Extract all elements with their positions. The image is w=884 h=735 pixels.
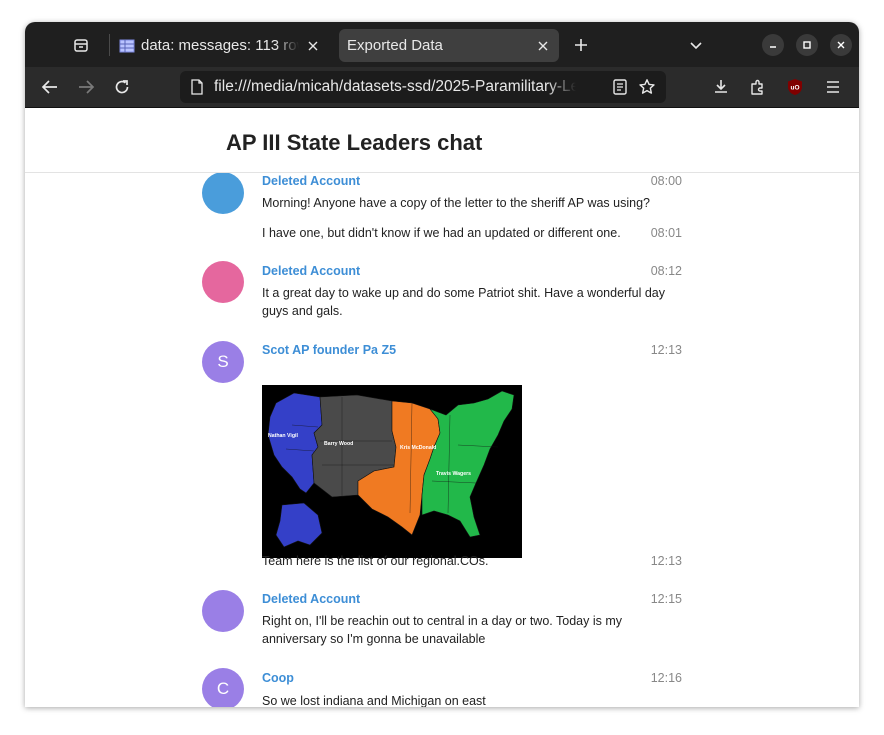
chevron-down-icon	[690, 42, 702, 50]
map-label-east: Travis Wagers	[436, 471, 471, 477]
puzzle-icon	[751, 79, 763, 95]
arrow-left-icon	[41, 80, 57, 94]
tab-close-icon[interactable]	[535, 38, 551, 54]
tab-strip: data: messages: 113 rows Exported Data	[25, 22, 859, 67]
minimize-button[interactable]	[762, 34, 784, 56]
message-text: So we lost indiana and Michigan on east	[262, 694, 486, 707]
page-content: AP III State Leaders chat Deleted Accoun…	[25, 108, 859, 707]
message-text: I have one, but didn't know if we had an…	[262, 226, 621, 240]
regional-map-photo[interactable]: Nathan Vigil Barry Wood Kris McDonald Tr…	[262, 385, 522, 558]
sender-name[interactable]: Coop	[262, 671, 294, 685]
message-text: Right on, I'll be reachin out to central…	[262, 614, 622, 646]
map-label-midwest: Kris McDonald	[400, 445, 436, 451]
navigation-toolbar: file:///media/micah/datasets-ssd/2025-Pa…	[25, 67, 859, 108]
svg-text:uO: uO	[790, 85, 799, 92]
hamburger-menu-icon	[827, 81, 839, 93]
message-time: 08:12	[650, 264, 682, 278]
avatar: C	[202, 668, 244, 707]
table-favicon-icon	[119, 39, 135, 52]
ublock-shield-icon: uO	[788, 79, 802, 95]
message-text: Morning! Anyone have a copy of the lette…	[262, 196, 650, 210]
avatar	[202, 172, 244, 214]
chat-header: AP III State Leaders chat	[25, 108, 859, 173]
browser-window: data: messages: 113 rows Exported Data f…	[25, 22, 859, 707]
back-button[interactable]	[39, 76, 61, 98]
avatar	[202, 590, 244, 632]
tab-list-button[interactable]	[69, 33, 93, 57]
address-bar[interactable]: file:///media/micah/datasets-ssd/2025-Pa…	[180, 71, 666, 103]
tab-data-messages[interactable]: data: messages: 113 rows	[111, 29, 329, 62]
app-menu-button[interactable]	[822, 76, 844, 98]
maximize-icon	[803, 41, 811, 49]
plus-icon	[575, 39, 587, 51]
message-time: 12:13	[650, 343, 682, 357]
extensions-button[interactable]	[747, 76, 769, 98]
avatar: S	[202, 341, 244, 383]
sender-name[interactable]: Scot AP founder Pa Z5	[262, 343, 396, 357]
avatar	[202, 261, 244, 303]
sender-name[interactable]: Deleted Account	[262, 174, 360, 188]
message-text: It a great day to wake up and do some Pa…	[262, 286, 666, 318]
tab-title: Exported Data	[347, 37, 443, 54]
minimize-icon	[770, 46, 776, 48]
map-label-west: Nathan Vigil	[268, 433, 298, 439]
message-time: 12:15	[650, 592, 682, 606]
tab-close-icon[interactable]	[305, 38, 321, 54]
close-window-button[interactable]	[830, 34, 852, 56]
close-icon	[837, 41, 845, 49]
url-text[interactable]: file:///media/micah/datasets-ssd/2025-Pa…	[214, 78, 576, 98]
us-regions-map-image: Nathan Vigil Barry Wood Kris McDonald Tr…	[262, 385, 522, 558]
map-label-central: Barry Wood	[324, 441, 353, 447]
tab-separator	[109, 34, 110, 56]
downloads-button[interactable]	[710, 76, 732, 98]
message-time: 08:00	[650, 174, 682, 188]
sender-name[interactable]: Deleted Account	[262, 264, 360, 278]
tab-exported-data[interactable]: Exported Data	[339, 29, 559, 62]
chat-title: AP III State Leaders chat	[226, 130, 483, 155]
new-tab-button[interactable]	[570, 34, 592, 56]
message-text: Team here is the list of our regional.CO…	[262, 554, 489, 568]
forward-button[interactable]	[75, 76, 97, 98]
reload-button[interactable]	[111, 76, 133, 98]
download-icon	[715, 80, 727, 93]
arrow-right-icon	[79, 80, 95, 94]
page-icon	[191, 79, 203, 95]
bookmark-star-icon[interactable]	[638, 78, 656, 96]
tab-groups-icon	[74, 39, 88, 52]
reload-icon	[115, 80, 129, 94]
tab-title: data: messages: 113 rows	[141, 37, 299, 54]
reader-view-icon[interactable]	[611, 78, 629, 96]
message-time: 12:16	[650, 671, 682, 685]
maximize-button[interactable]	[796, 34, 818, 56]
list-all-tabs-button[interactable]	[685, 34, 707, 56]
sender-name[interactable]: Deleted Account	[262, 592, 360, 606]
ublock-origin-button[interactable]: uO	[784, 76, 806, 98]
